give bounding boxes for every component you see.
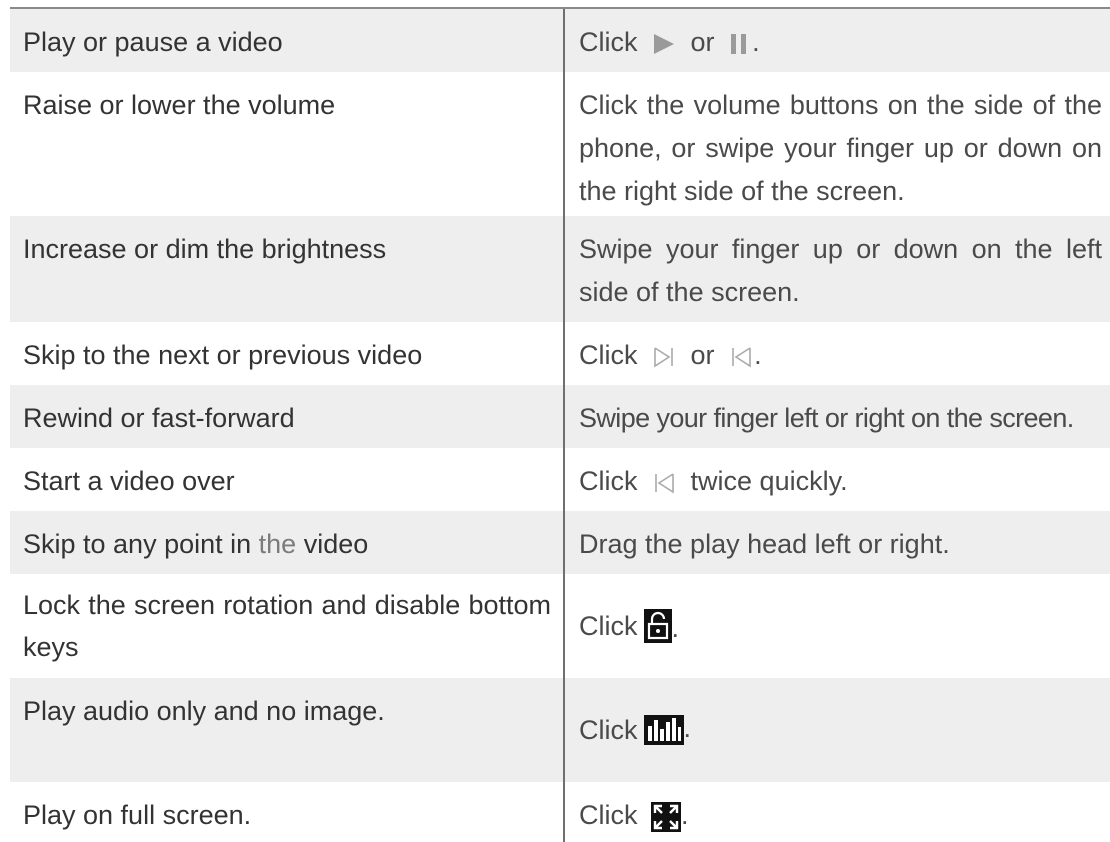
play-icon [651,31,677,57]
table-row: Lock the screen rotation and disable bot… [10,574,1110,678]
unlock-icon [643,609,672,643]
action-cell: Play audio only and no image. [23,696,385,726]
skip-next-icon [651,344,677,370]
table-row: Play on full screen. Click . [10,782,1110,842]
instruction-cell: Drag the play head left or right. [579,529,950,559]
action-cell: Rewind or fast-forward [23,403,295,433]
instruction-cell: Swipe your finger left or right on the s… [579,403,1074,433]
action-cell: Start a video over [23,466,235,496]
fullscreen-icon [651,801,682,832]
instruction-cell: Click or . [579,340,762,370]
table-row: Play audio only and no image. Click . [10,678,1110,782]
instruction-cell: Click . [579,713,692,745]
table-row: Increase or dim the brightness Swipe you… [10,216,1110,322]
action-cell: Play or pause a video [23,27,283,57]
action-cell: Increase or dim the brightness [23,234,387,264]
skip-previous-icon [728,344,754,370]
skip-previous-icon [651,470,677,496]
table-row: Skip to any point in the video Drag the … [10,511,1110,574]
table-row: Play or pause a video Click or . [10,9,1110,72]
action-cell: Skip to the next or previous video [23,340,423,370]
instruction-cell: Click . [579,800,689,832]
instruction-cell: Click or . [579,27,760,57]
action-cell: Lock the screen rotation and disable bot… [23,590,551,662]
instruction-cell: Swipe your finger up or down on the left… [579,234,1102,307]
shortcut-table: Play or pause a video Click or . Raise o… [0,0,1110,842]
pause-icon [728,31,750,57]
instruction-cell: Click twice quickly. [579,466,848,496]
table-row: Start a video over Click twice quickly. [10,448,1110,511]
action-cell: Skip to any point in the video [23,529,369,559]
column-divider [563,9,565,842]
audio-only-icon [643,715,684,745]
table-row: Skip to the next or previous video Click… [10,322,1110,385]
table-row: Raise or lower the volume Click the volu… [10,72,1110,216]
instruction-cell: Click the volume buttons on the side of … [579,90,1102,206]
action-cell: Raise or lower the volume [23,90,336,120]
instruction-cell: Click . [579,609,680,643]
action-cell: Play on full screen. [23,800,252,830]
table-row: Rewind or fast-forward Swipe your finger… [10,385,1110,448]
